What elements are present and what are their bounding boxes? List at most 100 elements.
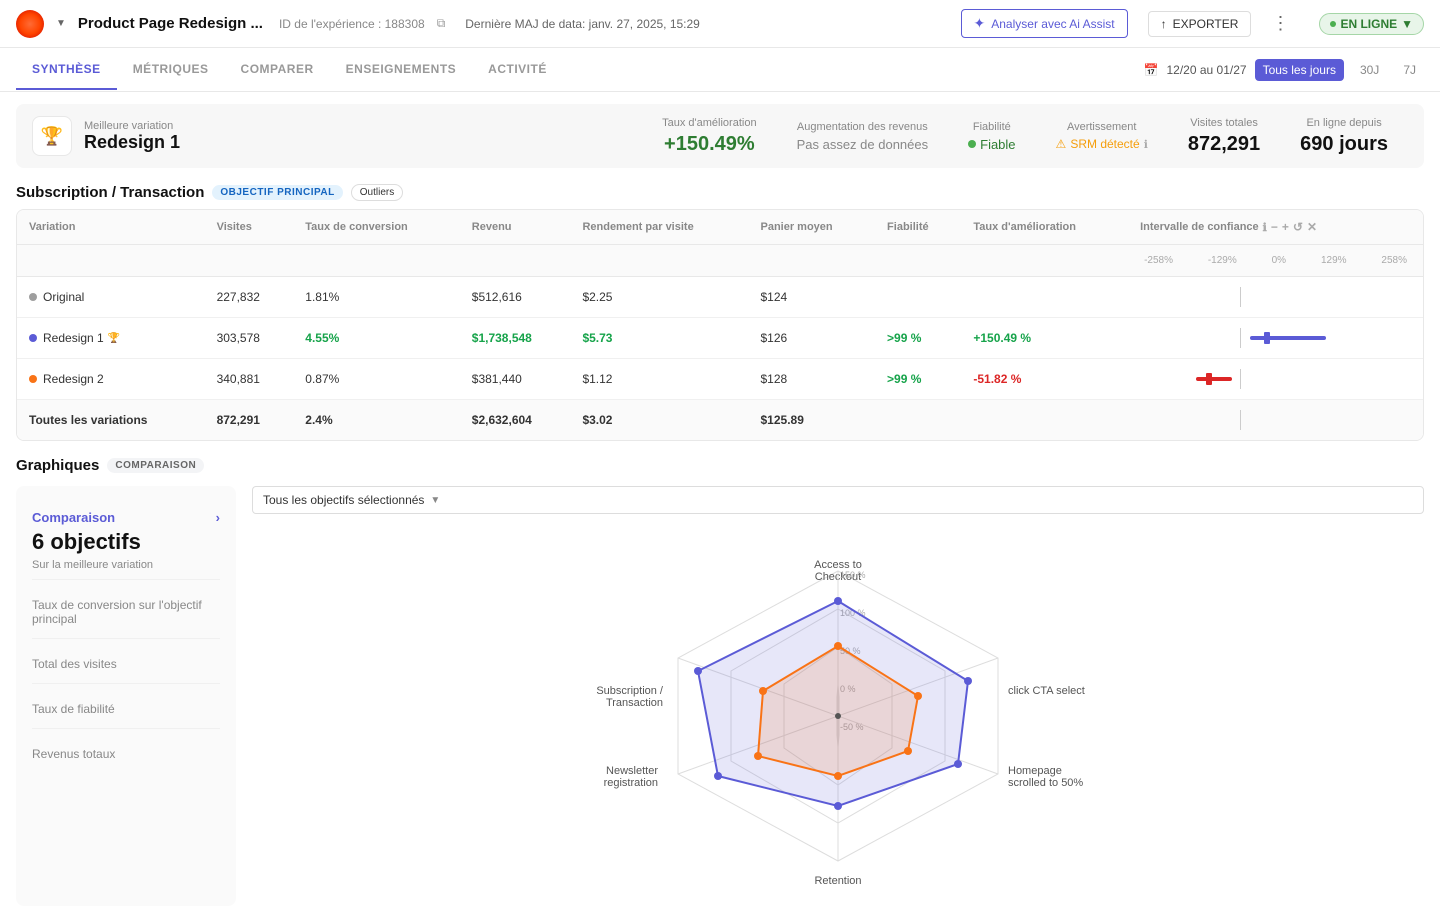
variation-name: Original — [43, 290, 84, 304]
reliability-cell — [875, 277, 961, 318]
reliability-cell — [875, 400, 961, 441]
header: ▼ Product Page Redesign ... ID de l'expé… — [0, 0, 1440, 48]
ci-cell — [1128, 277, 1423, 318]
cart-cell: $126 — [749, 318, 876, 359]
radar-dot — [834, 772, 842, 780]
export-icon: ↑ — [1161, 17, 1167, 31]
date-btn-alldays[interactable]: Tous les jours — [1255, 59, 1344, 81]
bv-visits: Visites totales 872,291 — [1188, 117, 1260, 156]
chart-sidebar-conversion[interactable]: Taux de conversion sur l'objectif princi… — [32, 580, 220, 639]
ci-plus-btn[interactable]: + — [1282, 220, 1289, 234]
col-visites: Visites — [205, 210, 294, 245]
bv-warning-label: Avertissement — [1056, 121, 1148, 133]
cart-cell: $128 — [749, 359, 876, 400]
date-btn-7j[interactable]: 7J — [1395, 59, 1424, 81]
chart-sidebar-comparison[interactable]: Comparaison › 6 objectifs Sur la meilleu… — [32, 502, 220, 580]
metric-label-3: Taux de fiabilité — [32, 692, 220, 720]
dropdown-chevron-icon: ▼ — [430, 495, 440, 506]
bv-days-label: En ligne depuis — [1300, 117, 1388, 129]
bv-visits-label: Visites totales — [1188, 117, 1260, 129]
tab-enseignements[interactable]: ENSEIGNEMENTS — [330, 50, 473, 90]
experiment-title: Product Page Redesign ... — [78, 15, 263, 32]
ci-minus-btn[interactable]: − — [1271, 220, 1278, 234]
bv-improvement-rate: Taux d'amélioration +150.49% — [662, 117, 756, 156]
metric-label-1: Taux de conversion sur l'objectif princi… — [32, 588, 220, 630]
copy-icon[interactable]: ⧉ — [437, 16, 446, 31]
ci-close-btn[interactable]: ✕ — [1307, 220, 1317, 234]
ci-axis-1: -258% — [1144, 255, 1173, 266]
bv-visits-value: 872,291 — [1188, 133, 1260, 156]
warning-icon: ⚠ — [1056, 137, 1067, 151]
variation-name: Redesign 2 — [43, 372, 104, 386]
radar-chart: Access to Checkout click CTA select Home… — [252, 526, 1424, 906]
ci-info-icon: ℹ — [1263, 221, 1267, 234]
variation-dot-blue — [29, 334, 37, 342]
subscription-section-header: Subscription / Transaction OBJECTIF PRIN… — [16, 184, 1424, 201]
radar-dot — [964, 677, 972, 685]
trophy-mini-icon: 🏆 — [108, 333, 120, 344]
bv-revenue: Augmentation des revenus Pas assez de do… — [797, 121, 929, 152]
radar-label-right-bottom: Homepage — [1008, 765, 1062, 777]
badge-outliers[interactable]: Outliers — [351, 184, 403, 201]
objectives-dropdown[interactable]: Tous les objectifs sélectionnés ▼ — [252, 486, 1424, 514]
radar-dot — [834, 802, 842, 810]
experiment-id: ID de l'expérience : 188308 — [279, 17, 425, 31]
export-button[interactable]: ↑ EXPORTER — [1148, 11, 1252, 37]
chart-sidebar-reliability[interactable]: Taux de fiabilité — [32, 684, 220, 729]
ci-axis-5: 258% — [1381, 255, 1407, 266]
col-improvement: Taux d'amélioration — [961, 210, 1128, 245]
col-variation: Variation — [17, 210, 205, 245]
revenue-cell: $381,440 — [460, 359, 571, 400]
radar-dot — [694, 667, 702, 675]
date-filter: 📅 12/20 au 01/27 Tous les jours 30J 7J — [1144, 59, 1424, 81]
best-variation-label: Meilleure variation — [84, 120, 180, 132]
svg-text:scrolled to 50%: scrolled to 50% — [1008, 777, 1083, 789]
header-chevron-icon[interactable]: ▼ — [56, 18, 66, 29]
visits-cell: 227,832 — [205, 277, 294, 318]
col-rps: Rendement par visite — [570, 210, 748, 245]
ai-icon: ✦ — [974, 15, 986, 32]
date-range: 12/20 au 01/27 — [1167, 63, 1247, 77]
col-revenu: Revenu — [460, 210, 571, 245]
chart-sidebar-revenue[interactable]: Revenus totaux — [32, 729, 220, 773]
tab-comparer[interactable]: COMPARER — [225, 50, 330, 90]
ci-cell — [1128, 400, 1423, 441]
ci-cell — [1128, 318, 1423, 359]
status-dot — [1330, 21, 1336, 27]
objectives-subtitle: Sur la meilleure variation — [32, 559, 220, 571]
ai-assist-button[interactable]: ✦ Analyser avec Ai Assist — [961, 9, 1128, 38]
col-ci: Intervalle de confiance ℹ − + ↺ ✕ — [1128, 210, 1423, 245]
rps-cell: $2.25 — [570, 277, 748, 318]
table-row: Redesign 1 🏆 303,578 4.55% $1,738,548 $5… — [17, 318, 1423, 359]
tab-metriques[interactable]: MÉTRIQUES — [117, 50, 225, 90]
charts-section: Graphiques COMPARAISON Comparaison › 6 o… — [16, 457, 1424, 906]
tab-synthese[interactable]: SYNTHÈSE — [16, 50, 117, 90]
info-icon: ℹ — [1144, 138, 1148, 151]
badge-principal: OBJECTIF PRINCIPAL — [212, 185, 342, 200]
metric-label-2: Total des visites — [32, 647, 220, 675]
variation-cell: Redesign 1 🏆 — [17, 318, 205, 359]
visits-cell: 340,881 — [205, 359, 294, 400]
date-btn-30j[interactable]: 30J — [1352, 59, 1387, 81]
radar-center-dot — [835, 713, 841, 719]
radar-svg: Access to Checkout click CTA select Home… — [578, 526, 1098, 906]
best-variation-name: Redesign 1 — [84, 132, 180, 153]
results-table: Variation Visites Taux de conversion Rev… — [17, 210, 1423, 440]
ci-reset-btn[interactable]: ↺ — [1293, 220, 1303, 234]
rps-cell: $1.12 — [570, 359, 748, 400]
more-options-button[interactable]: ⋮ — [1263, 9, 1299, 38]
bv-revenue-value: Pas assez de données — [797, 137, 929, 152]
last-update-date: Dernière MAJ de data: janv. 27, 2025, 15… — [465, 17, 700, 31]
reliability-cell: >99 % — [875, 359, 961, 400]
ci-axis-row: -258% -129% 0% 129% 258% — [17, 245, 1423, 277]
tab-activite[interactable]: ACTIVITÉ — [472, 50, 563, 90]
subscription-title: Subscription / Transaction — [16, 184, 204, 201]
table-row: Redesign 2 340,881 0.87% $381,440 $1.12 … — [17, 359, 1423, 400]
status-badge[interactable]: EN LIGNE ▼ — [1319, 13, 1424, 35]
chart-sidebar-visits[interactable]: Total des visites — [32, 639, 220, 684]
revenue-cell: $1,738,548 — [460, 318, 571, 359]
improvement-cell: +150.49 % — [961, 318, 1128, 359]
bv-reliability-label: Fiabilité — [968, 121, 1015, 133]
bv-reliability-value: Fiable — [968, 137, 1015, 152]
radar-dot — [904, 747, 912, 755]
